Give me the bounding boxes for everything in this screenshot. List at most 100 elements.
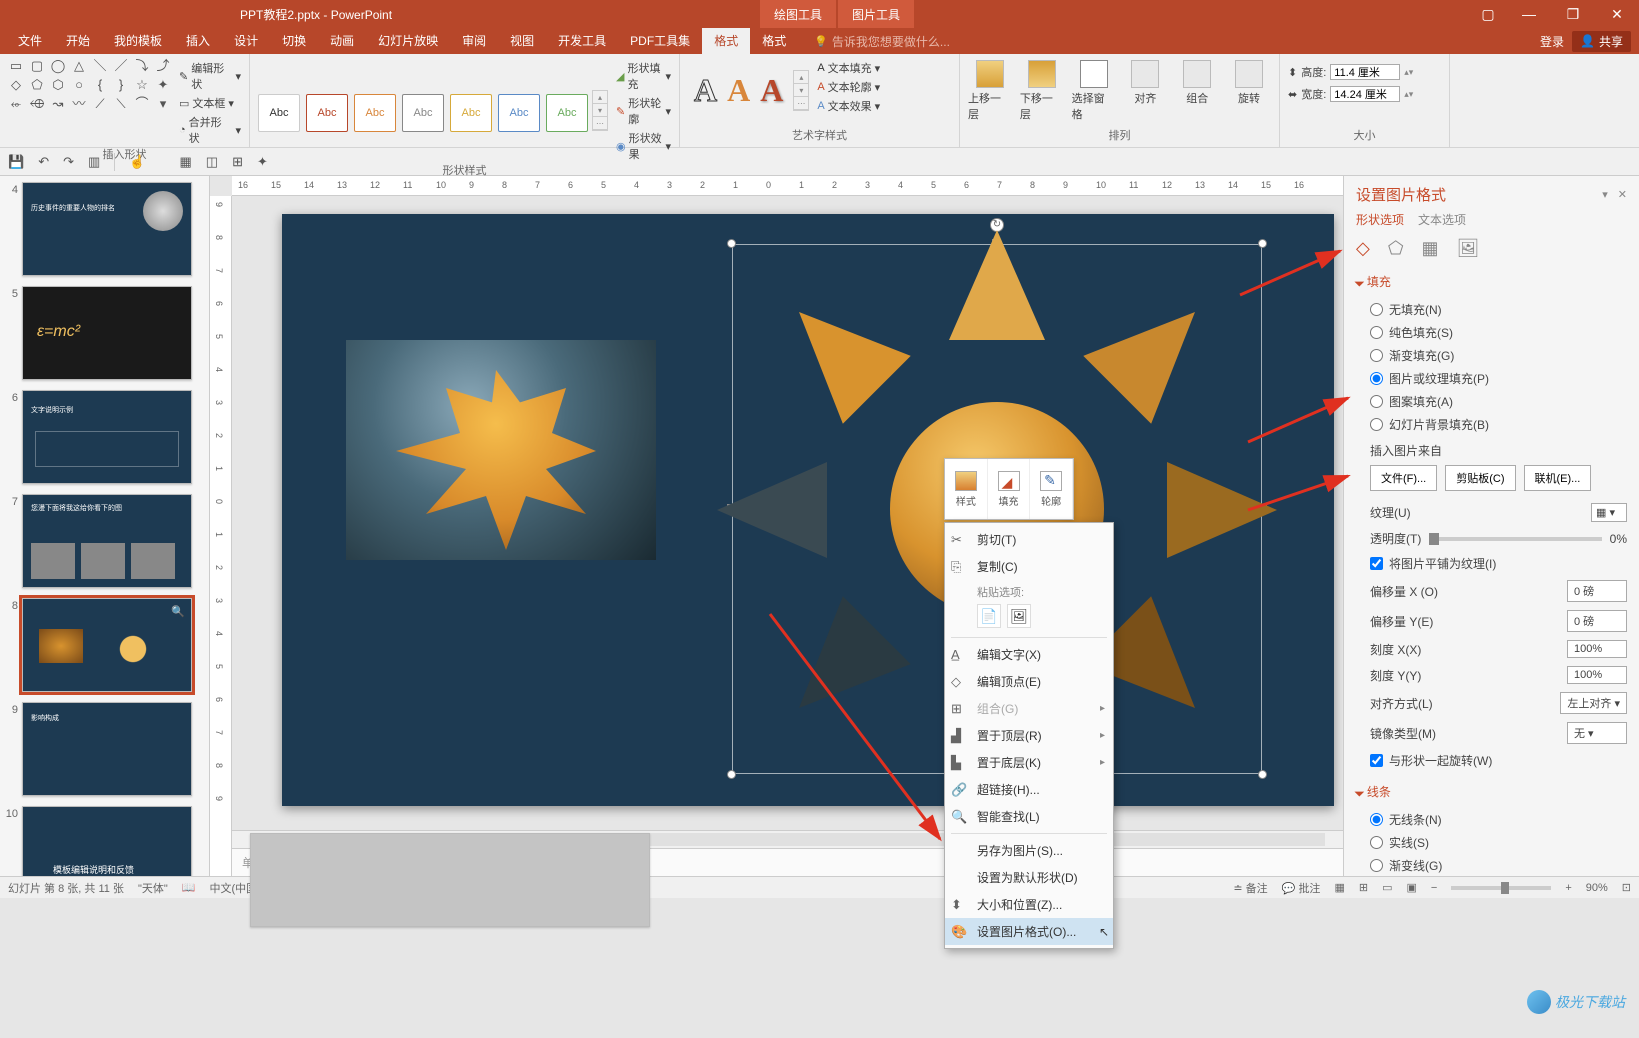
qat-icon[interactable]: ✦ [257,154,268,170]
ctx-hyperlink[interactable]: 🔗超链接(H)... [945,776,1113,803]
effects-icon[interactable]: ⬠ [1388,238,1404,259]
tab-design[interactable]: 设计 [222,28,270,54]
panel-close-icon[interactable]: ✕ [1618,188,1627,201]
shape-outline-button[interactable]: ✎ 形状轮廓 ▾ [616,95,671,127]
text-box-button[interactable]: ▭ 文本框 ▾ [179,95,241,111]
insert-file-button[interactable]: 文件(F)... [1370,465,1437,491]
zoom-out-icon[interactable]: − [1431,882,1437,894]
radio-gradient-line[interactable]: 渐变线(G) [1356,854,1627,876]
tab-animations[interactable]: 动画 [318,28,366,54]
radio-solid-fill[interactable]: 纯色填充(S) [1356,321,1627,344]
notes-toggle[interactable]: ≐ 备注 [1233,880,1267,896]
minimize-button[interactable]: — [1507,0,1551,28]
tab-my-templates[interactable]: 我的模板 [102,28,174,54]
login-link[interactable]: 登录 [1540,33,1564,50]
tab-slideshow[interactable]: 幻灯片放映 [366,28,450,54]
zoom-value[interactable]: 90% [1586,882,1608,894]
mini-outline-button[interactable]: ✎轮廓 [1030,459,1073,519]
start-from-beginning-icon[interactable]: ▥ [88,154,100,170]
qat-icon[interactable]: ◫ [206,154,218,170]
thumb-6[interactable]: 6文字说明示例 [4,390,209,484]
mini-style-button[interactable]: 样式 [945,459,988,519]
ctx-size-position[interactable]: ⬍大小和位置(Z)... [945,891,1113,918]
paste-option-2[interactable]: 🖼 [1007,604,1031,628]
section-fill[interactable]: 填充 [1356,273,1627,290]
merge-shapes-button[interactable]: ◔ 合并形状 ▾ [179,114,241,146]
resize-handle[interactable] [1258,239,1267,248]
panel-tab-text-options[interactable]: 文本选项 [1418,211,1466,228]
ribbon-options-icon[interactable]: ▢ [1469,0,1507,28]
ctx-edit-points[interactable]: ◇编辑顶点(E) [945,668,1113,695]
size-properties-icon[interactable]: ▦ [1422,238,1439,259]
align-button[interactable]: 对齐 [1123,60,1167,122]
wordart-gallery[interactable]: A A A [688,64,789,109]
shape-fill-button[interactable]: ◢ 形状填充 ▾ [616,60,671,92]
share-button[interactable]: 👤 共享 [1572,31,1631,52]
mini-fill-button[interactable]: ◢填充 [988,459,1031,519]
radio-no-fill[interactable]: 无填充(N) [1356,298,1627,321]
thumb-8[interactable]: 8🔍 [4,598,209,692]
resize-handle[interactable] [727,770,736,779]
thumb-7[interactable]: 7您漫下面将我这给你看下的图 [4,494,209,588]
send-backward-button[interactable]: 下移一层 [1020,60,1064,122]
texture-field[interactable]: 纹理(U)▦ ▾ [1356,499,1627,526]
ctx-edit-text[interactable]: A̲编辑文字(X) [945,641,1113,668]
tab-pdf-tools[interactable]: PDF工具集 [618,28,702,54]
view-reading-icon[interactable]: ▭ [1382,881,1392,894]
text-outline-button[interactable]: A 文本轮廓 ▾ [817,79,880,95]
undo-icon[interactable]: ↶ [38,154,49,170]
text-fill-button[interactable]: A 文本填充 ▾ [817,60,880,76]
shapes-gallery[interactable]: ▭▢◯△＼／⤵⤴ ◇⬠⬡○{}☆✦ ⬰⬲↝〰⟋⟍⌒▾ [8,58,171,112]
offset-y-field[interactable]: 0 磅 [1567,610,1627,632]
thumb-9[interactable]: 9影响构成 [4,702,209,796]
tell-me-input[interactable]: 告诉我您想要做什么... [814,33,950,50]
ctx-send-back[interactable]: ▙置于底层(K)▸ [945,749,1113,776]
tab-insert[interactable]: 插入 [174,28,222,54]
text-effects-button[interactable]: A 文本效果 ▾ [817,98,880,114]
touch-mode-icon[interactable]: ☝ [129,154,145,170]
selection-pane-button[interactable]: 选择窗格 [1072,60,1116,122]
radio-slide-bg-fill[interactable]: 幻灯片背景填充(B) [1356,413,1627,436]
comments-toggle[interactable]: 💬 批注 [1282,880,1321,896]
tab-format-drawing[interactable]: 格式 [702,28,750,54]
wordart-gallery-scroll[interactable]: ▴▾⋯ [793,70,809,111]
ctx-cut[interactable]: ✂剪切(T) [945,526,1113,553]
panel-tab-shape-options[interactable]: 形状选项 [1356,211,1404,228]
close-button[interactable]: ✕ [1595,0,1639,28]
restore-button[interactable]: ❐ [1551,0,1595,28]
horizontal-scrollbar[interactable] [232,830,1343,848]
fill-line-icon[interactable]: ◇ [1356,238,1370,259]
rotate-button[interactable]: 旋转 [1227,60,1271,122]
section-line[interactable]: 线条 [1356,783,1627,800]
bring-forward-button[interactable]: 上移一层 [968,60,1012,122]
edit-shape-button[interactable]: ✎ 编辑形状 ▾ [179,60,241,92]
shape-effects-button[interactable]: ◉ 形状效果 ▾ [616,130,671,162]
insert-online-button[interactable]: 联机(E)... [1524,465,1592,491]
tab-format-picture[interactable]: 格式 [750,28,798,54]
transparency-value[interactable]: 0% [1610,532,1627,546]
radio-picture-texture-fill[interactable]: 图片或纹理填充(P) [1356,367,1627,390]
panel-dropdown-icon[interactable]: ▾ [1602,188,1608,201]
resize-handle[interactable] [1258,770,1267,779]
radio-gradient-fill[interactable]: 渐变填充(G) [1356,344,1627,367]
mirror-field[interactable]: 无 ▾ [1567,722,1627,744]
transparency-slider[interactable] [1429,537,1601,541]
group-button[interactable]: 组合 [1175,60,1219,122]
radio-no-line[interactable]: 无线条(N) [1356,808,1627,831]
tab-review[interactable]: 审阅 [450,28,498,54]
ctx-smart-lookup[interactable]: 🔍智能查找(L) [945,803,1113,830]
view-normal-icon[interactable]: ▦ [1334,881,1344,894]
slide-thumbnails-panel[interactable]: 4历史事件的重要人物的排名 5ε=mc² 6文字说明示例 7您漫下面将我这给你看… [0,176,210,876]
qat-icon[interactable]: ⊞ [232,154,243,170]
slide-canvas[interactable] [232,196,1343,830]
tab-developer[interactable]: 开发工具 [546,28,618,54]
shape-style-gallery[interactable]: Abc Abc Abc Abc Abc Abc Abc [258,88,588,132]
tab-home[interactable]: 开始 [54,28,102,54]
thumb-4[interactable]: 4历史事件的重要人物的排名 [4,182,209,276]
view-slideshow-icon[interactable]: ▣ [1406,881,1416,894]
thumb-10[interactable]: 10模板编辑说明和反馈 [4,806,209,876]
tab-view[interactable]: 视图 [498,28,546,54]
scale-y-field[interactable]: 100% [1567,666,1627,684]
inserted-picture[interactable] [346,340,656,560]
qat-icon[interactable]: ▦ [179,154,191,170]
